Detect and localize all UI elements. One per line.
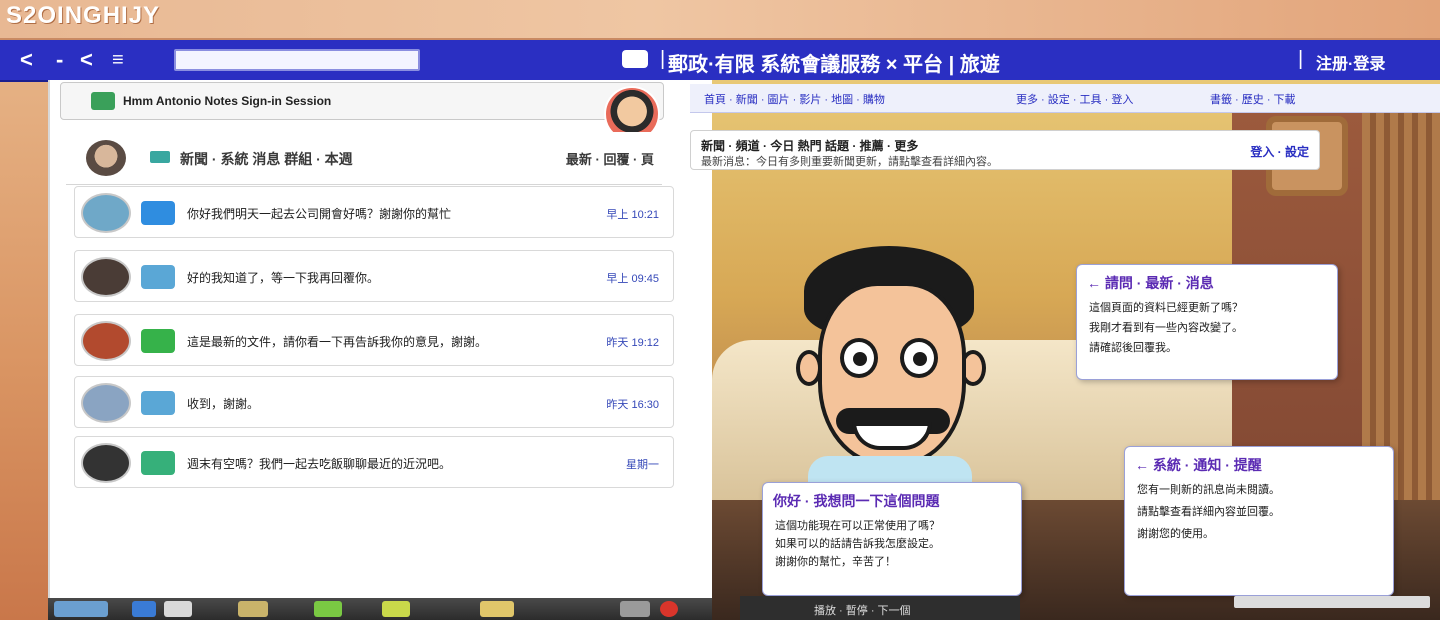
chat-list-item[interactable]: 收到，謝謝。 昨天 16:30 [74, 376, 674, 428]
chat-app-icon [141, 329, 175, 353]
page-title: 郵政·有限 系統會議服務 × 平台 | 旅遊 [668, 54, 1000, 76]
speech-card-line: 您有一則新的訊息尚未閱讀。 [1137, 484, 1280, 496]
chat-time: 星期一 [626, 459, 659, 471]
speech-card[interactable]: ← 系統 · 通知 · 提醒 您有一則新的訊息尚未閱讀。 請點擊查看詳細內容並回… [1124, 446, 1394, 596]
chat-app-icon [141, 451, 175, 475]
pinned-title: 新聞 · 系統 消息 群組 · 本週 [180, 151, 353, 167]
chat-preview: 好的我知道了，等一下我再回覆你。 [187, 271, 380, 285]
sub-toolbar: 首頁 · 新聞 · 圖片 · 影片 · 地圖 · 購物 更多 · 設定 · 工具… [690, 84, 1440, 113]
chat-time: 昨天 19:12 [606, 337, 659, 349]
character-eye [840, 338, 878, 378]
taskbar-app-icon[interactable] [620, 601, 650, 617]
cartoon-character [796, 246, 986, 486]
top-banner: S2OINGHIJY [0, 0, 1440, 40]
back-arrow-icon[interactable]: < [20, 48, 33, 72]
speech-card-line: 請確認後回覆我。 [1089, 342, 1177, 354]
taskbar-app-icon[interactable] [314, 601, 342, 617]
window-icon[interactable] [622, 50, 648, 68]
taskbar-app-icon[interactable] [480, 601, 514, 617]
sub-toolbar-links[interactable]: 更多 · 設定 · 工具 · 登入 [1016, 91, 1133, 107]
scroll-bar[interactable] [1234, 596, 1430, 608]
taskbar-app-icon[interactable] [382, 601, 410, 617]
dash-icon[interactable]: - [56, 48, 63, 72]
record-icon[interactable] [660, 601, 678, 617]
user-separator: | [1298, 48, 1304, 70]
sub-toolbar-links[interactable]: 首頁 · 新聞 · 圖片 · 影片 · 地圖 · 購物 [704, 91, 885, 107]
forward-arrow-icon[interactable]: < [80, 48, 93, 72]
chat-app-icon [141, 391, 175, 415]
chat-header-title: Hmm Antonio Notes Sign-in Session [123, 94, 332, 108]
speech-card-line: 如果可以的話請告訴我怎麼設定。 [775, 538, 940, 550]
speech-card-title: ← 系統 · 通知 · 提醒 [1135, 457, 1262, 473]
avatar [81, 383, 131, 423]
info-action[interactable]: 登入 · 設定 [1250, 143, 1309, 160]
chat-header: Hmm Antonio Notes Sign-in Session [60, 82, 664, 120]
chat-preview: 週末有空嗎？我們一起去吃飯聊聊最近的近況吧。 [187, 457, 452, 471]
speech-card-line: 這個功能現在可以正常使用了嗎？ [775, 520, 940, 532]
taskbar-app-icon[interactable] [132, 601, 156, 617]
chat-list-item[interactable]: 你好我們明天一起去公司開會好嗎？謝謝你的幫忙 早上 10:21 [74, 186, 674, 238]
site-logo[interactable]: S2OINGHIJY [6, 2, 160, 30]
sub-toolbar-links[interactable]: 書籤 · 歷史 · 下載 [1210, 91, 1296, 107]
avatar [81, 321, 131, 361]
chat-app-icon [141, 265, 175, 289]
chat-preview: 這是最新的文件，請你看一下再告訴我你的意見，謝謝。 [187, 335, 488, 349]
speech-card-line: 我剛才看到有一些內容改變了。 [1089, 322, 1243, 334]
speech-card-line: 這個頁面的資料已經更新了嗎？ [1089, 302, 1243, 314]
login-link[interactable]: 注册·登录 [1316, 50, 1385, 74]
speech-card-title: ← 請問 · 最新 · 消息 [1087, 275, 1214, 291]
speech-card-title: 你好 · 我想問一下這個問題 [773, 493, 940, 509]
chat-list-item[interactable]: 這是最新的文件，請你看一下再告訴我你的意見，謝謝。 昨天 19:12 [74, 314, 674, 366]
chat-time: 昨天 16:30 [606, 399, 659, 411]
chat-list-item[interactable]: 週末有空嗎？我們一起去吃飯聊聊最近的近況吧。 星期一 [74, 436, 674, 488]
chat-preview: 你好我們明天一起去公司開會好嗎？謝謝你的幫忙 [187, 207, 452, 221]
chat-time: 早上 09:45 [606, 273, 659, 285]
taskbar-app-icon[interactable] [238, 601, 268, 617]
chat-preview: 收到，謝謝。 [187, 397, 260, 411]
group-icon [150, 151, 170, 163]
menu-icon[interactable]: ≡ [112, 48, 124, 72]
media-controls[interactable]: 播放 · 暫停 · 下一個 [740, 596, 1020, 620]
address-input[interactable] [174, 49, 420, 71]
taskbar-app-icon[interactable] [54, 601, 108, 617]
speech-card[interactable]: ← 請問 · 最新 · 消息 這個頁面的資料已經更新了嗎？ 我剛才看到有一些內容… [1076, 264, 1338, 380]
info-banner[interactable]: 新聞 · 頻道 · 今日 熱門 話題 · 推薦 · 更多 最新消息：今日有多則重… [690, 130, 1320, 170]
avatar [86, 140, 126, 176]
avatar [81, 257, 131, 297]
speech-card-line: 謝謝您的使用。 [1137, 528, 1214, 540]
info-subtitle: 最新消息：今日有多則重要新聞更新，請點擊查看詳細內容。 [701, 156, 998, 168]
taskbar [48, 598, 712, 620]
character-eye [900, 338, 938, 378]
taskbar-app-icon[interactable] [164, 601, 192, 617]
chat-list-item[interactable]: 好的我知道了，等一下我再回覆你。 早上 09:45 [74, 250, 674, 302]
speech-card-line: 請點擊查看詳細內容並回覆。 [1137, 506, 1280, 518]
speech-card-line: 謝謝你的幫忙，辛苦了！ [775, 556, 896, 568]
info-title: 新聞 · 頻道 · 今日 熱門 話題 · 推薦 · 更多 [701, 139, 919, 153]
title-separator: | [660, 48, 666, 70]
chat-app-icon [91, 92, 115, 110]
pinned-conversation[interactable]: 新聞 · 系統 消息 群組 · 本週 最新 · 回覆 · 頁 [66, 132, 662, 185]
avatar [81, 443, 131, 483]
media-controls-label: 播放 · 暫停 · 下一個 [814, 605, 911, 617]
app-bar: < - < ≡ | 郵政·有限 系統會議服務 × 平台 | 旅遊 | 注册·登录 [0, 40, 1440, 82]
pinned-meta: 最新 · 回覆 · 頁 [565, 152, 654, 167]
chat-time: 早上 10:21 [606, 209, 659, 221]
avatar [81, 193, 131, 233]
speech-card[interactable]: 你好 · 我想問一下這個問題 這個功能現在可以正常使用了嗎？ 如果可以的話請告訴… [762, 482, 1022, 596]
chat-app-icon [141, 201, 175, 225]
